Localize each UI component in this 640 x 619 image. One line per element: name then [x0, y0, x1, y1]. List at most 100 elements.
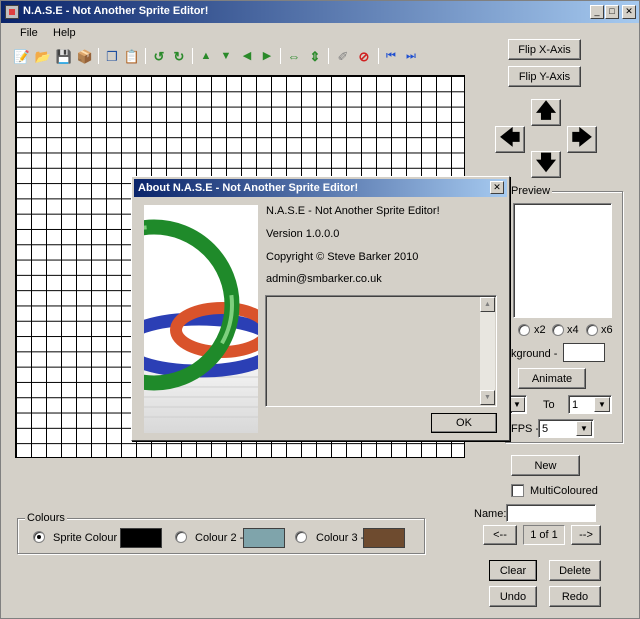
next-frame-button[interactable]: -->: [571, 525, 601, 545]
zoom-x2-radio[interactable]: [518, 324, 530, 336]
move-down-button[interactable]: 🡇: [531, 151, 561, 178]
about-description-box[interactable]: ▲ ▼: [265, 295, 497, 407]
about-title: About N.A.S.E - Not Another Sprite Edito…: [138, 182, 359, 194]
about-ok-button[interactable]: OK: [431, 413, 497, 433]
delete-button[interactable]: Delete: [549, 560, 601, 581]
about-title-bar[interactable]: About N.A.S.E - Not Another Sprite Edito…: [134, 179, 507, 197]
rotate-right-icon[interactable]: ↻: [170, 47, 188, 65]
new-icon[interactable]: 📝: [13, 47, 31, 65]
colour2-swatch[interactable]: [243, 528, 285, 548]
eraser-icon[interactable]: ✐: [334, 47, 352, 65]
to-label: To: [543, 399, 555, 411]
about-email: admin@smbarker.co.uk: [266, 273, 382, 285]
last-frame-icon[interactable]: ⏭: [402, 47, 420, 65]
chevron-down-icon: ▼: [576, 421, 592, 436]
about-copyright: Copyright © Steve Barker 2010: [266, 251, 419, 263]
arrow-right-icon: 🡆: [571, 126, 593, 149]
colour3-label: Colour 3 -: [316, 532, 365, 544]
scroll-up-icon[interactable]: ▲: [480, 297, 495, 312]
arrow-down-icon: 🡇: [535, 151, 557, 174]
about-close-button[interactable]: ✕: [490, 181, 504, 194]
flip-vertical-icon[interactable]: ⇕: [306, 47, 324, 65]
preview-label: Preview: [509, 185, 553, 197]
rings-logo-icon: [144, 219, 258, 433]
toolbar-separator: [378, 48, 379, 64]
app-logo: [144, 205, 258, 433]
preview-canvas: [513, 203, 612, 318]
undo-button[interactable]: Undo: [489, 586, 537, 607]
from-frame-select[interactable]: ▼: [509, 395, 527, 414]
colour3-swatch[interactable]: [363, 528, 405, 548]
new-frame-button[interactable]: New: [511, 455, 580, 476]
animate-button[interactable]: Animate: [518, 368, 586, 389]
window-title: N.A.S.E - Not Another Sprite Editor!: [23, 5, 209, 17]
page-indicator: 1 of 1: [523, 525, 565, 545]
multicoloured-label: MultiColoured: [530, 485, 598, 497]
toolbar-separator: [280, 48, 281, 64]
shift-up-icon[interactable]: ▲: [197, 47, 215, 65]
main-window: N.A.S.E - Not Another Sprite Editor! _ □…: [0, 0, 640, 619]
shift-left-icon[interactable]: ◀: [238, 47, 256, 65]
shift-right-icon[interactable]: ▶: [258, 47, 276, 65]
background-label: kground -: [511, 348, 558, 360]
to-frame-select[interactable]: 1 ▼: [568, 395, 612, 414]
zoom-x4-radio[interactable]: [552, 324, 564, 336]
save-icon[interactable]: 💾: [55, 47, 73, 65]
about-version: Version 1.0.0.0: [266, 228, 340, 240]
flip-x-button[interactable]: Flip X-Axis: [508, 39, 581, 60]
scroll-down-icon[interactable]: ▼: [480, 390, 495, 405]
copy-icon[interactable]: ❐: [103, 47, 121, 65]
maximize-button[interactable]: □: [605, 5, 619, 19]
move-up-button[interactable]: 🡅: [531, 99, 561, 126]
close-button[interactable]: ✕: [622, 5, 636, 19]
app-icon[interactable]: [5, 5, 19, 19]
minimize-button[interactable]: _: [590, 5, 604, 19]
fps-label: FPS -: [511, 423, 540, 435]
toolbar-separator: [145, 48, 146, 64]
chevron-down-icon: ▼: [509, 397, 525, 412]
name-label: Name:: [474, 508, 507, 520]
title-bar[interactable]: N.A.S.E - Not Another Sprite Editor! _ □…: [1, 1, 639, 23]
menu-help[interactable]: Help: [53, 27, 76, 39]
zoom-x6-radio[interactable]: [586, 324, 598, 336]
name-input[interactable]: [506, 504, 596, 522]
sprite-colour-swatch[interactable]: [120, 528, 162, 548]
move-right-button[interactable]: 🡆: [567, 126, 597, 153]
zoom-x6-label: x6: [601, 324, 613, 336]
rotate-left-icon[interactable]: ↺: [150, 47, 168, 65]
open-icon[interactable]: 📂: [34, 47, 52, 65]
multicoloured-checkbox[interactable]: [511, 484, 524, 497]
stop-icon[interactable]: ⊘: [355, 47, 373, 65]
toolbar: 📝 📂 💾 📦 ❐ 📋 ↺ ↻ ▲ ▼ ◀ ▶ ⇔ ⇕ ✐ ⊘ ⏮ ⏭: [1, 43, 441, 69]
toolbar-separator: [328, 48, 329, 64]
arrow-up-icon: 🡅: [535, 99, 557, 122]
sprite-colour-radio[interactable]: [33, 531, 45, 543]
colour2-label: Colour 2 -: [195, 532, 244, 544]
clear-button[interactable]: Clear: [489, 560, 537, 581]
sprite-colour-label: Sprite Colour -: [53, 532, 124, 544]
fps-select[interactable]: 5 ▼: [538, 419, 594, 438]
zoom-x2-label: x2: [534, 324, 546, 336]
chevron-down-icon: ▼: [594, 397, 610, 412]
paste-icon[interactable]: 📋: [123, 47, 141, 65]
previous-frame-button[interactable]: <--: [483, 525, 517, 545]
about-dialog: About N.A.S.E - Not Another Sprite Edito…: [131, 176, 510, 441]
description-scrollbar[interactable]: ▲ ▼: [480, 297, 495, 405]
toolbar-separator: [98, 48, 99, 64]
menu-file[interactable]: File: [20, 27, 38, 39]
move-left-button[interactable]: 🡄: [495, 126, 525, 153]
flip-horizontal-icon[interactable]: ⇔: [285, 47, 303, 65]
about-product-name: N.A.S.E - Not Another Sprite Editor!: [266, 205, 440, 217]
first-frame-icon[interactable]: ⏮: [382, 47, 400, 65]
flip-y-button[interactable]: Flip Y-Axis: [508, 66, 581, 87]
arrow-left-icon: 🡄: [499, 126, 521, 149]
colour2-radio[interactable]: [175, 531, 187, 543]
zoom-x4-label: x4: [567, 324, 579, 336]
colour3-radio[interactable]: [295, 531, 307, 543]
colours-label: Colours: [25, 512, 67, 524]
export-icon[interactable]: 📦: [76, 47, 94, 65]
background-color-swatch[interactable]: [563, 343, 605, 362]
toolbar-separator: [192, 48, 193, 64]
shift-down-icon[interactable]: ▼: [217, 47, 235, 65]
redo-button[interactable]: Redo: [549, 586, 601, 607]
